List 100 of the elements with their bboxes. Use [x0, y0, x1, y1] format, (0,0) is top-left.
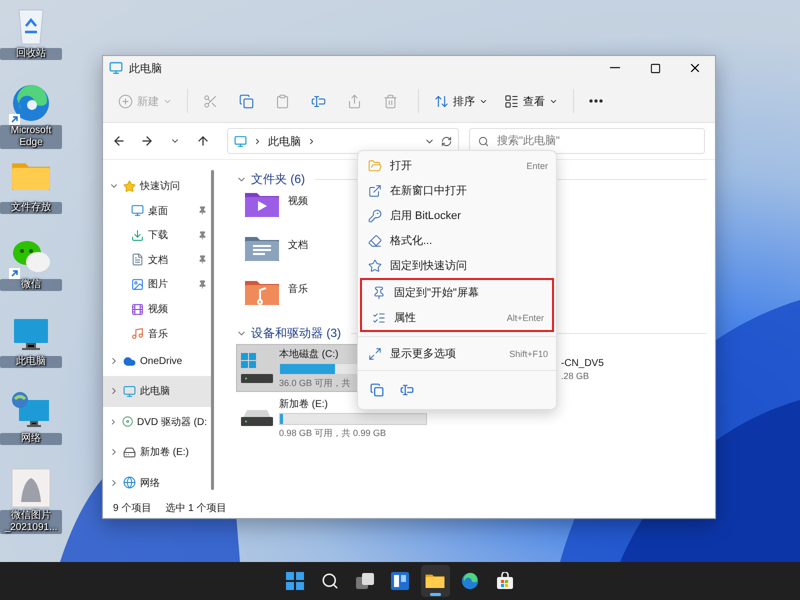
- desktop-icon-item[interactable]: 微信图片_2021091...: [0, 468, 62, 545]
- sidebar-item[interactable]: 视频: [103, 296, 211, 322]
- window-title: 此电脑: [129, 62, 163, 76]
- taskbar-button[interactable]: [420, 565, 450, 597]
- key-icon: [368, 208, 382, 222]
- chevron-right-icon: [253, 136, 262, 146]
- search-icon[interactable]: [321, 572, 339, 590]
- share-icon: [347, 94, 362, 108]
- sidebar-item[interactable]: 快速访问: [103, 174, 211, 199]
- status-text: 9 个项目: [113, 502, 152, 515]
- desktop-icon-label: 此电脑: [0, 356, 62, 368]
- edge-logo-icon[interactable]: [461, 572, 479, 590]
- sidebar-item[interactable]: 音乐: [103, 321, 211, 346]
- clipboard-icon: [275, 94, 290, 108]
- menu-item[interactable]: 在新窗口中打开: [358, 178, 556, 203]
- desktop-icon-label: Microsoft Edge: [0, 125, 62, 149]
- folder-icon: [368, 158, 382, 172]
- menu-item[interactable]: 格式化...: [358, 228, 556, 253]
- monitor-icon: [109, 61, 123, 75]
- film-icon: [131, 302, 144, 316]
- eraser-icon: [368, 234, 382, 248]
- desktop-icon-label: 文件存放: [0, 202, 62, 214]
- video-folder-icon: [244, 190, 280, 218]
- desktop-icon-item[interactable]: 此电脑: [0, 314, 62, 391]
- sidebar-item[interactable]: 图片: [103, 272, 211, 297]
- widgets-icon[interactable]: [391, 572, 409, 590]
- task-view-icon[interactable]: [356, 572, 374, 590]
- folder-folder-icon: [425, 573, 445, 589]
- document-folder-icon: [244, 234, 280, 262]
- search-input[interactable]: 搜索"此电脑": [495, 134, 696, 148]
- expand-icon: [368, 346, 382, 360]
- monitor-icon: [234, 134, 247, 148]
- sidebar-item[interactable]: OneDrive: [103, 346, 211, 376]
- sidebar-item[interactable]: 文档: [103, 248, 211, 272]
- right-arrow-icon: [140, 134, 154, 148]
- download-icon: [131, 228, 144, 242]
- list-view-icon: [504, 94, 519, 108]
- store-bag-icon[interactable]: [496, 572, 514, 590]
- shortcut-text: Shift+F10: [509, 348, 548, 358]
- desktop-icon-label: 微信: [0, 279, 62, 291]
- start-icon[interactable]: [286, 572, 304, 590]
- music-folder-icon: [244, 278, 280, 306]
- menu-item[interactable]: 打开 Enter: [358, 153, 556, 178]
- properties-icon: [372, 310, 386, 324]
- sidebar-item[interactable]: 新加卷 (E:): [103, 437, 211, 468]
- network-icon: [123, 476, 136, 490]
- desktop-icon-label: 回收站: [0, 48, 62, 60]
- rename-icon: [311, 94, 326, 108]
- rename-icon: [400, 383, 414, 397]
- maximize-icon: [650, 62, 660, 74]
- folder-item[interactable]: 文档: [236, 234, 344, 278]
- drive-item[interactable]: -CN_DV5 .28 GB: [561, 358, 604, 394]
- scissors-icon: [203, 94, 218, 108]
- sort-button[interactable]: 排序: [429, 86, 493, 116]
- cloud-icon: [123, 354, 136, 368]
- chevron-right-icon: [307, 136, 316, 146]
- drive-icon: [123, 446, 136, 459]
- more-dots-icon: [589, 99, 603, 103]
- picture-icon: [131, 278, 144, 291]
- sidebar-item[interactable]: DVD 驱动器 (D:: [103, 406, 211, 438]
- search-icon: [478, 136, 489, 146]
- pin-icon: [372, 286, 386, 300]
- edge-logo-icon: [11, 83, 51, 123]
- star-icon: [123, 180, 136, 193]
- image-thumbnail-icon: [11, 468, 51, 508]
- desktop-icon-item[interactable]: 网络: [0, 391, 62, 468]
- copy-button[interactable]: [368, 381, 386, 399]
- shortcut-text: Alt+Enter: [506, 312, 544, 322]
- trash-icon: [383, 94, 398, 108]
- menu-item[interactable]: 固定到"开始"屏幕: [362, 280, 552, 305]
- desktop-icon-label: 网络: [0, 433, 62, 445]
- active-indicator: [430, 593, 440, 596]
- folder-item[interactable]: 音乐: [236, 278, 344, 322]
- search-field[interactable]: 搜索"此电脑": [469, 128, 705, 154]
- desktop-icon-item[interactable]: 回收站: [0, 6, 62, 83]
- menu-item[interactable]: 启用 BitLocker: [358, 203, 556, 228]
- external-link-icon: [368, 184, 382, 198]
- desktop-icon-label: 微信图片_2021091...: [0, 510, 62, 534]
- music-icon: [131, 327, 144, 340]
- sidebar-item[interactable]: 此电脑: [103, 376, 211, 407]
- minimize-icon: [610, 67, 620, 69]
- drive-icon: [241, 410, 273, 426]
- desktop-icon-item[interactable]: Microsoft Edge: [0, 83, 62, 160]
- desktop-icon: [131, 204, 144, 218]
- sidebar-item[interactable]: 网络: [103, 468, 211, 498]
- desktop-icon-item[interactable]: 文件存放: [0, 160, 62, 237]
- plus-icon: [118, 94, 133, 108]
- folder-item[interactable]: 视频: [236, 190, 344, 234]
- refresh-icon[interactable]: [441, 136, 452, 146]
- system-drive-icon: [241, 353, 273, 383]
- sidebar-item[interactable]: 下载: [103, 223, 211, 248]
- view-button[interactable]: 查看: [499, 86, 563, 116]
- close-icon: [688, 61, 702, 75]
- document-icon: [131, 253, 144, 266]
- sidebar-item[interactable]: 桌面: [103, 198, 211, 224]
- status-text: 选中 1 个项目: [165, 502, 226, 515]
- menu-item[interactable]: 属性 Alt+Enter: [362, 305, 552, 330]
- menu-item[interactable]: 固定到快速访问: [358, 253, 556, 278]
- desktop-icon-item[interactable]: 微信: [0, 237, 62, 314]
- copy-icon: [370, 383, 384, 397]
